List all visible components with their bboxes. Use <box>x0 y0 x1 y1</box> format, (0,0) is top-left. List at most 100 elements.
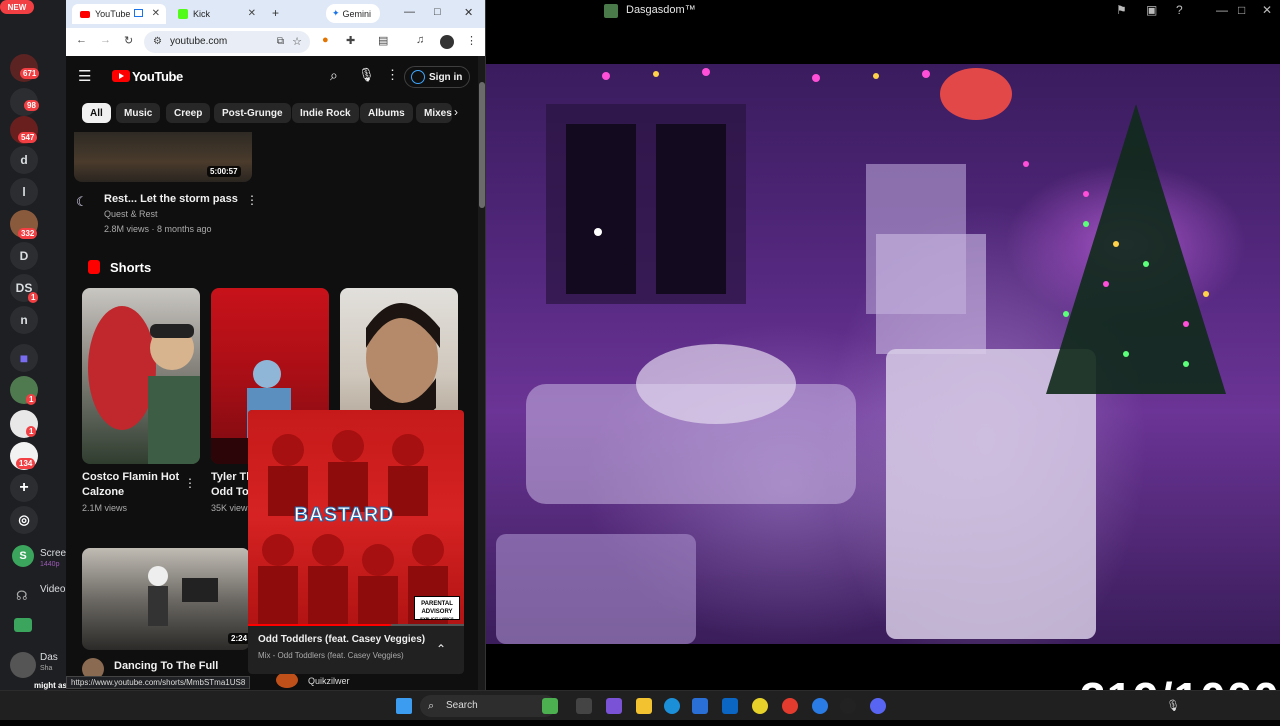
file-explorer-icon[interactable] <box>636 698 652 714</box>
server-badge-1: 671 <box>20 68 40 79</box>
speaker-icon: ☊ <box>16 588 28 603</box>
mini-player-progress-fill <box>248 624 391 626</box>
media-control-icon[interactable]: ♫ <box>416 34 424 46</box>
back-icon[interactable]: ← <box>76 34 87 46</box>
server-badge-3: 547 <box>18 132 38 143</box>
video-duration: 5:00:57 <box>207 166 241 177</box>
start-windows-icon[interactable] <box>396 698 412 714</box>
widget-icon[interactable] <box>542 698 558 714</box>
stream-video[interactable] <box>486 64 1280 644</box>
taskbar-search-placeholder: Search <box>446 700 478 711</box>
chrome-profile-icon[interactable] <box>812 698 828 714</box>
expand-chevron-icon[interactable]: ⌃ <box>436 642 446 656</box>
bottom-video-title[interactable]: Dancing To The Full <box>114 660 218 672</box>
short-1-title-line-2[interactable]: Calzone <box>82 485 124 500</box>
channel-name-quikzilwer[interactable]: Quikzilwer <box>308 676 350 686</box>
mini-player-title[interactable]: Odd Toddlers (feat. Casey Veggies) <box>258 634 425 645</box>
close-window-icon[interactable]: ✕ <box>464 6 473 19</box>
chip-post-grunge[interactable]: Post-Grunge <box>214 103 291 123</box>
flag-icon[interactable]: ⚑ <box>1116 3 1127 17</box>
video-meta: 2.8M views · 8 months ago <box>104 224 212 234</box>
menu-kebab-icon[interactable]: ⋮ <box>466 34 477 47</box>
close-tab-icon[interactable]: ✕ <box>152 8 160 19</box>
close-tab-icon[interactable]: ✕ <box>248 8 256 19</box>
camera-icon[interactable] <box>14 618 32 632</box>
discover-icon[interactable]: ◎ <box>10 506 38 534</box>
close-icon[interactable]: ✕ <box>1262 3 1272 17</box>
screen-share-icon[interactable]: S <box>12 545 34 567</box>
store-icon[interactable] <box>692 698 708 714</box>
scrollbar-thumb[interactable] <box>479 82 485 208</box>
chat-overlay-line-1: might as <box>34 681 67 690</box>
search-icon[interactable]: ⌕ <box>330 67 338 84</box>
help-icon[interactable]: ? <box>1176 3 1183 17</box>
minimize-icon[interactable]: — <box>1216 3 1228 17</box>
screen-icon[interactable]: ▣ <box>1146 3 1157 17</box>
short-thumbnail-1[interactable] <box>82 288 200 464</box>
folder-icon[interactable]: ■ <box>10 344 38 372</box>
maximize-icon[interactable]: □ <box>434 6 441 18</box>
chip-albums[interactable]: Albums <box>360 103 413 123</box>
server-icon-l[interactable]: l <box>10 178 38 206</box>
youtube-logo-icon[interactable] <box>112 70 130 82</box>
video-channel[interactable]: Quest & Rest <box>104 209 158 219</box>
server-icon-D[interactable]: D <box>10 242 38 270</box>
chrome-icon[interactable] <box>782 698 798 714</box>
add-server-icon[interactable]: + <box>10 474 38 502</box>
chip-music[interactable]: Music <box>116 103 161 123</box>
new-tab-button[interactable]: + <box>272 6 279 20</box>
app-icon-3[interactable] <box>840 698 856 714</box>
sign-in-button[interactable]: Sign in <box>404 66 470 88</box>
moon-channel-icon[interactable]: ☾ <box>76 194 88 210</box>
sign-in-label: Sign in <box>429 71 463 83</box>
chip-indie-rock[interactable]: Indie Rock <box>292 103 359 123</box>
microphone-tray-icon[interactable]: 🎙 <box>1166 699 1180 712</box>
server-icon-d[interactable]: d <box>10 146 38 174</box>
new-badge[interactable]: NEW <box>0 0 34 14</box>
channel-avatar-quikzilwer[interactable] <box>276 672 298 688</box>
task-view-icon[interactable] <box>576 698 592 714</box>
microphone-icon[interactable]: 🎙 <box>358 67 375 83</box>
server-icon-n[interactable]: n <box>10 306 38 334</box>
mini-player-progress[interactable] <box>248 624 464 626</box>
chevron-right-icon[interactable]: › <box>454 105 458 119</box>
chip-all[interactable]: All <box>82 103 111 123</box>
profile-avatar[interactable] <box>440 35 454 49</box>
chip-creep[interactable]: Creep <box>166 103 211 123</box>
server-badge-6: 332 <box>18 228 38 239</box>
app-icon-2[interactable] <box>752 698 768 714</box>
maximize-icon[interactable]: □ <box>1238 3 1245 17</box>
minimize-icon[interactable]: — <box>404 6 415 18</box>
taskbar-search[interactable]: ⌕ Search <box>420 695 556 717</box>
gemini-button[interactable]: ✦ Gemini <box>326 4 380 23</box>
tab-bar: YouTube ✕ Kick ✕ + ✦ Gemini — □ ✕ <box>66 0 485 28</box>
edge-icon[interactable] <box>664 698 680 714</box>
mini-player[interactable]: BASTARD PARENTAL ADVISORY EXPLICIT LYRIC… <box>248 410 464 674</box>
address-bar[interactable]: ⚙ youtube.com ⧉ ☆ <box>144 31 310 53</box>
video-options-icon[interactable]: ⋮ <box>246 193 258 207</box>
tab-youtube[interactable]: YouTube ✕ <box>72 4 166 24</box>
reload-icon[interactable]: ↻ <box>124 34 133 47</box>
app-icon-1[interactable] <box>606 698 622 714</box>
sidebar-icon[interactable]: ▤ <box>378 34 388 47</box>
mail-icon[interactable] <box>722 698 738 714</box>
install-icon[interactable]: ⧉ <box>277 31 284 53</box>
video-title[interactable]: Rest... Let the storm pass <box>104 193 238 205</box>
short-2-title-line-1[interactable]: Tyler Th <box>211 470 253 485</box>
site-info-icon[interactable]: ⚙ <box>153 31 162 53</box>
youtube-logo-text[interactable]: YouTube <box>132 69 183 84</box>
discord-icon[interactable] <box>870 698 886 714</box>
bookmark-star-icon[interactable]: ☆ <box>292 31 302 53</box>
hamburger-menu-icon[interactable]: ☰ <box>78 67 91 85</box>
user-avatar[interactable] <box>10 652 36 678</box>
short-1-options-icon[interactable]: ⋮ <box>184 476 196 490</box>
browser-toolbar: ← → ↻ ⚙ youtube.com ⧉ ☆ ● ✚ ▤ ♫ ⋮ <box>66 28 485 56</box>
forward-icon[interactable]: → <box>100 34 111 46</box>
more-options-icon[interactable]: ⋮ <box>386 67 399 83</box>
short-1-title-line-1[interactable]: Costco Flamin Hot <box>82 470 179 485</box>
video-thumbnail-bottom[interactable] <box>82 548 250 650</box>
extension-orange-icon[interactable]: ● <box>322 34 329 46</box>
extensions-puzzle-icon[interactable]: ✚ <box>346 34 355 47</box>
chip-mixes[interactable]: Mixes <box>416 103 452 123</box>
tab-kick[interactable]: Kick ✕ <box>170 4 262 24</box>
